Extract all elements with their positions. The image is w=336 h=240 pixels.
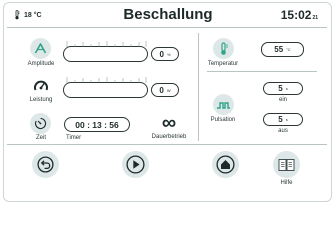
amplitude-unit: % (166, 51, 171, 57)
help-button[interactable] (273, 151, 300, 178)
temperatur-value: 55 (274, 45, 284, 54)
pulse-off-unit: s (285, 117, 288, 122)
right-divider (207, 71, 317, 72)
amplitude-value-field[interactable]: 0 % (151, 47, 179, 61)
amplitude-scale (66, 41, 147, 47)
timer-label: Timer (66, 135, 82, 141)
back-arrow-icon (37, 156, 54, 173)
pulse-on-label: ein (278, 97, 287, 103)
timer-value: 00 : 13 : 56 (75, 119, 119, 130)
pulsation-label: Pulsation (210, 117, 236, 123)
temperatur-label: Temperatur (207, 61, 239, 67)
infinity-icon: ∞ (161, 112, 177, 134)
start-button[interactable] (122, 151, 149, 178)
header-clock: 15:02 21 (281, 8, 318, 22)
pulsation-icon (213, 94, 234, 115)
home-button[interactable] (212, 151, 239, 178)
leistung-value: 0 (159, 85, 164, 95)
temperature-icon (213, 38, 234, 59)
leistung-scale (66, 77, 147, 83)
amplitude-icon (30, 38, 51, 59)
temperatur-unit: °C (286, 47, 291, 52)
timer-icon (30, 113, 51, 134)
pulse-on-value: 5 (278, 84, 283, 93)
book-icon (278, 158, 295, 171)
timer-field[interactable]: 00 : 13 : 56 (64, 117, 130, 132)
zeit-label: Zeit (35, 135, 46, 141)
home-icon (216, 155, 235, 174)
footer-divider (7, 144, 327, 145)
temperatur-value-field[interactable]: 55 °C (261, 42, 304, 57)
continuous-toggle[interactable]: ∞ (154, 113, 184, 134)
pulse-off-label: aus (278, 128, 288, 134)
amplitude-value: 0 (159, 49, 164, 59)
power-gauge-icon (30, 75, 51, 96)
amplitude-slider[interactable] (63, 41, 148, 62)
clock-seconds: 21 (312, 15, 318, 21)
pulse-off-value: 5 (278, 115, 283, 124)
pulse-on-unit: s (285, 86, 288, 91)
header-divider (7, 27, 327, 28)
panel-divider (198, 33, 199, 141)
amplitude-label: Amplitude (27, 61, 55, 67)
play-icon (126, 155, 145, 174)
pulse-on-field[interactable]: 5 s (263, 82, 303, 95)
pulse-off-field[interactable]: 5 s (263, 113, 303, 126)
clock-time: 15:02 (280, 8, 312, 22)
leistung-value-field[interactable]: 0 W (151, 83, 179, 97)
continuous-label: Dauerbetrieb (151, 134, 187, 140)
help-label: Hilfe (280, 180, 293, 186)
leistung-unit: W (166, 87, 171, 93)
back-button[interactable] (32, 151, 59, 178)
leistung-slider[interactable] (63, 77, 148, 98)
leistung-label: Leistung (29, 97, 53, 103)
